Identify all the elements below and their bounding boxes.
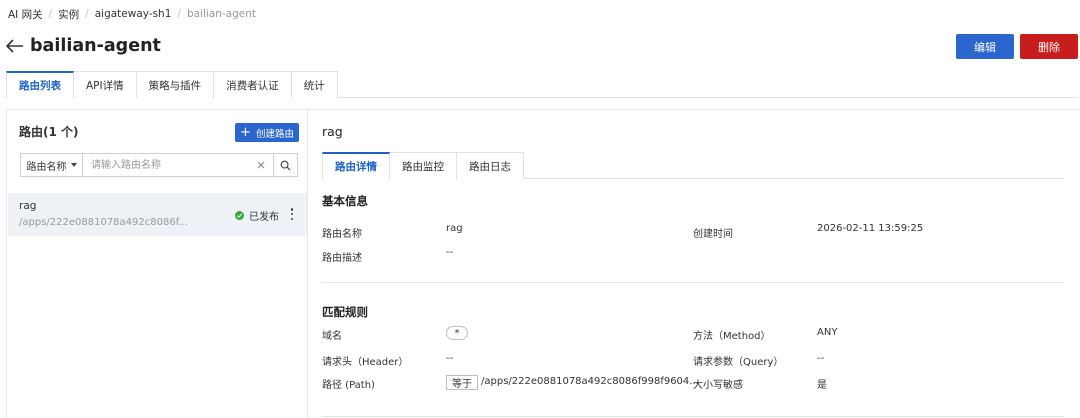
breadcrumb-separator: /	[177, 8, 181, 20]
method-value: ANY	[817, 327, 838, 338]
more-vertical-icon[interactable]	[288, 207, 296, 221]
tab-api-details[interactable]: API详情	[73, 71, 137, 98]
status-text: 已发布	[249, 212, 279, 223]
method-label: 方法（Method）	[693, 331, 771, 342]
delete-button[interactable]: 删除	[1020, 34, 1078, 59]
path-value: /apps/222e0881078a492c8086f998f9604...	[481, 376, 699, 387]
basic-info-heading: 基本信息	[322, 194, 368, 208]
path-label: 路径 (Path)	[322, 380, 375, 391]
query-value: --	[817, 353, 825, 364]
check-circle-icon	[235, 211, 244, 220]
page-title: bailian-agent	[30, 36, 161, 56]
route-name-label: 路由名称	[322, 229, 362, 240]
case-sensitive-value: 是	[817, 380, 827, 391]
route-item-path: /apps/222e0881078a492c8086f...	[19, 217, 189, 228]
caret-down-icon	[70, 163, 77, 167]
create-route-button[interactable]: + 创建路由	[235, 123, 299, 142]
breadcrumb-separator: /	[48, 8, 53, 20]
created-time-label: 创建时间	[693, 229, 733, 240]
route-list-item[interactable]: rag /apps/222e0881078a492c8086f... 已发布	[8, 193, 307, 236]
back-arrow-icon[interactable]	[6, 37, 24, 55]
route-desc-value: --	[446, 247, 454, 258]
breadcrumb-item-instances[interactable]: 实例	[58, 7, 79, 22]
tab-route-details[interactable]: 路由详情	[322, 152, 390, 180]
section-divider	[322, 282, 1064, 283]
search-icon	[280, 160, 291, 170]
header-label: 请求头（Header）	[322, 357, 409, 368]
case-sensitive-label: 大小写敏感	[693, 380, 743, 391]
breadcrumb-item-instance[interactable]: aigateway-sh1	[95, 8, 172, 20]
search-field-select[interactable]: 路由名称	[20, 153, 82, 177]
search-button[interactable]	[274, 153, 298, 177]
route-list-panel: 路由(1 个) + 创建路由 路由名称 rag /apps/222e088107…	[6, 109, 308, 418]
create-route-label: 创建路由	[255, 128, 294, 140]
path-match-operator: 等于	[446, 375, 478, 390]
tab-policies-plugins[interactable]: 策略与插件	[135, 71, 215, 98]
search-input[interactable]	[83, 154, 273, 176]
query-label: 请求参数（Query）	[693, 357, 784, 368]
route-search: 路由名称	[20, 153, 298, 177]
search-input-box	[82, 153, 274, 177]
route-detail-title: rag	[322, 124, 343, 139]
match-rules-heading: 匹配规则	[322, 305, 368, 319]
created-time-value: 2026-02-11 13:59:25	[817, 223, 924, 234]
edit-button[interactable]: 编辑	[956, 34, 1014, 59]
route-item-name: rag	[19, 200, 37, 212]
breadcrumb-separator: /	[85, 8, 89, 20]
header-value: --	[446, 353, 454, 364]
status-badge: 已发布	[235, 208, 279, 223]
tab-statistics[interactable]: 统计	[290, 71, 338, 98]
route-desc-label: 路由描述	[322, 253, 362, 264]
page-header: bailian-agent	[6, 32, 161, 60]
detail-tabs: 路由详情 路由监控 路由日志	[322, 152, 1064, 180]
breadcrumb: AI 网关 / 实例 / aigateway-sh1 / bailian-age…	[8, 6, 256, 22]
tab-route-list[interactable]: 路由列表	[6, 71, 74, 99]
clear-icon[interactable]	[255, 159, 267, 171]
tab-route-logs[interactable]: 路由日志	[456, 152, 524, 179]
route-count-title: 路由(1 个)	[19, 125, 79, 139]
domain-tag: *	[446, 326, 468, 340]
route-name-value: rag	[446, 223, 463, 234]
top-tabs: 路由列表 API详情 策略与插件 消费者认证 统计	[6, 71, 1078, 99]
domain-label: 域名	[322, 331, 342, 342]
section-divider	[322, 416, 1064, 417]
search-field-select-label: 路由名称	[26, 161, 67, 173]
plus-icon: +	[240, 125, 251, 140]
breadcrumb-item-current: bailian-agent	[186, 8, 257, 20]
breadcrumb-item-gateway[interactable]: AI 网关	[8, 7, 43, 22]
tab-route-monitoring[interactable]: 路由监控	[389, 152, 457, 179]
tab-consumer-auth[interactable]: 消费者认证	[213, 71, 292, 98]
route-detail-panel: rag 路由详情 路由监控 路由日志 基本信息 路由名称 rag 创建时间 20…	[308, 109, 1080, 418]
